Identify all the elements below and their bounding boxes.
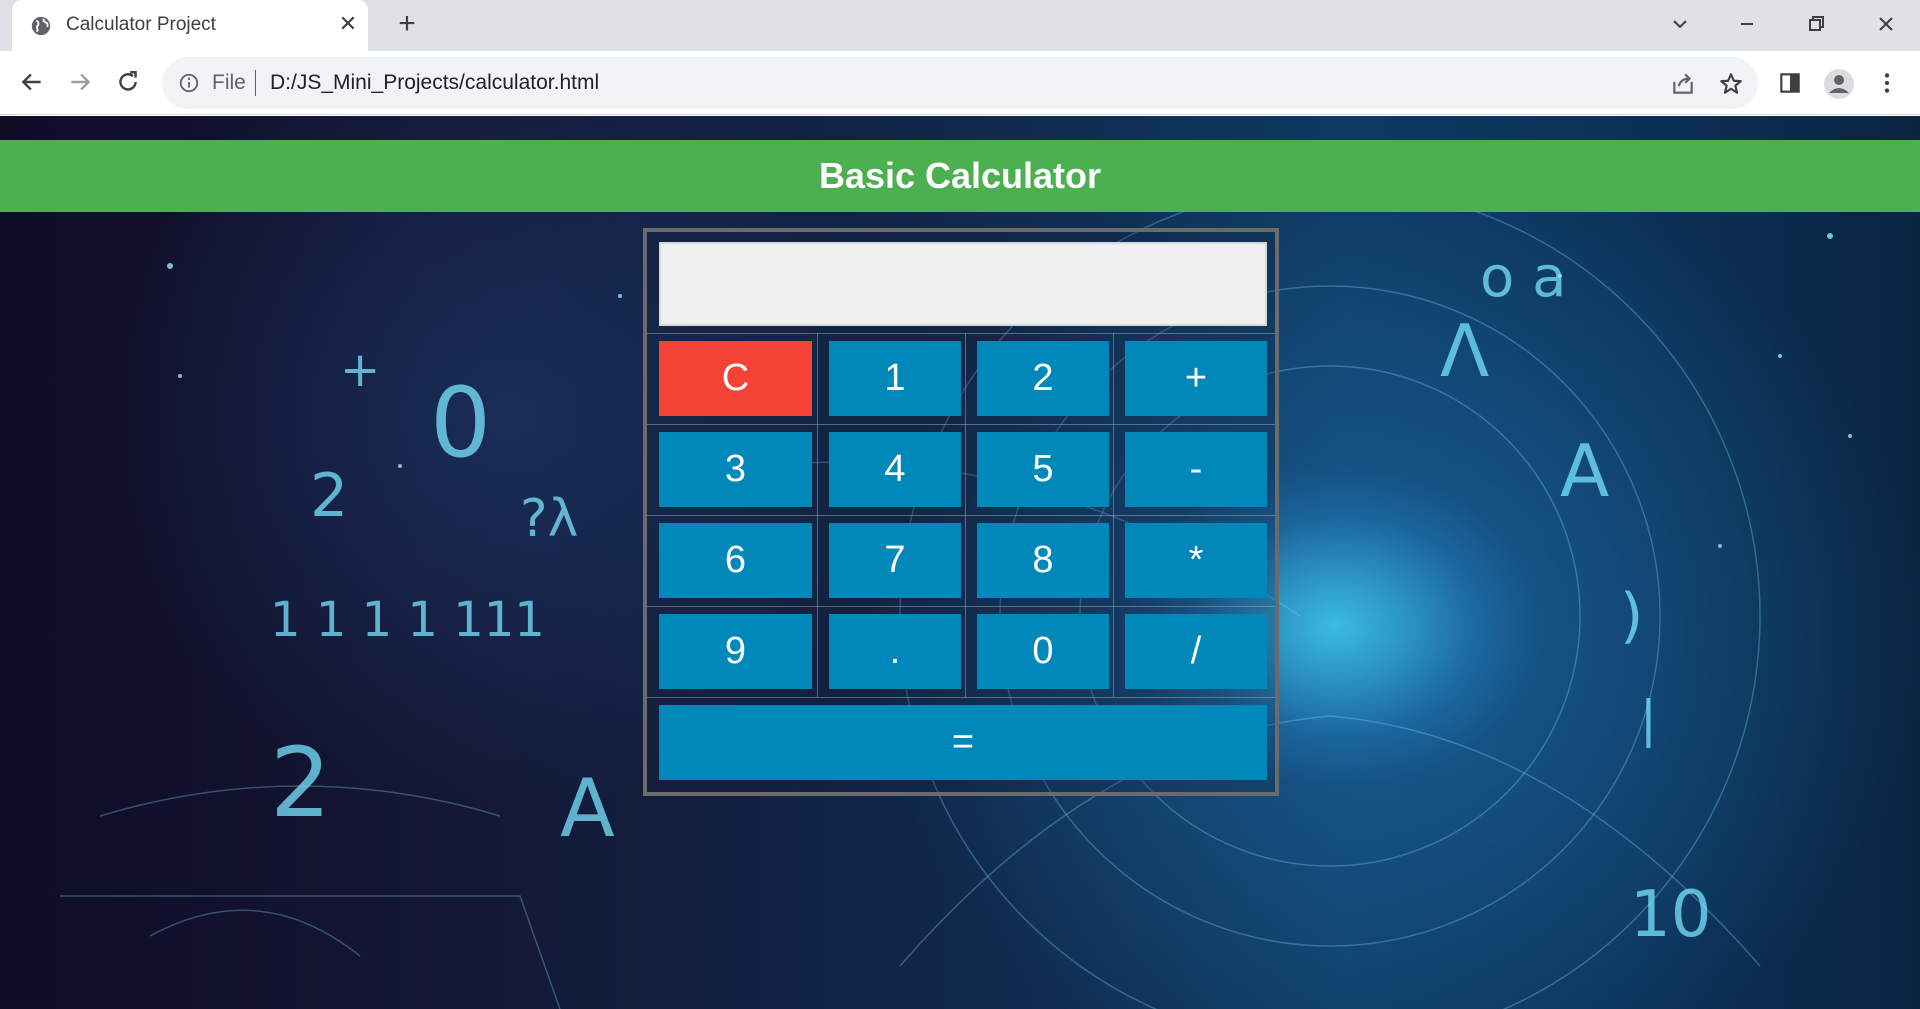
svg-text:+: + <box>340 342 380 398</box>
browser-toolbar: File D:/JS_Mini_Projects/calculator.html <box>0 51 1920 115</box>
page-header: Basic Calculator <box>0 140 1920 212</box>
svg-text:|: | <box>1640 690 1657 748</box>
reload-button[interactable] <box>110 64 146 100</box>
digit-5-button[interactable]: 5 <box>977 432 1109 507</box>
svg-text:): ) <box>1620 581 1643 651</box>
decimal-point-button[interactable]: . <box>829 614 961 689</box>
bookmark-star-icon[interactable] <box>1718 71 1744 97</box>
clear-button[interactable]: C <box>659 341 812 416</box>
address-separator <box>255 70 256 96</box>
svg-text:o a: o a <box>1480 245 1566 310</box>
restore-icon[interactable] <box>1796 8 1836 40</box>
multiply-button[interactable]: * <box>1125 523 1267 598</box>
menu-dots-icon[interactable] <box>1874 70 1900 96</box>
info-icon[interactable] <box>178 72 200 94</box>
browser-tab[interactable]: Calculator Project ✕ <box>12 0 368 51</box>
plus-button[interactable]: + <box>1125 341 1267 416</box>
browser-tab-strip: Calculator Project ✕ + <box>0 0 1920 51</box>
digit-4-button[interactable]: 4 <box>829 432 961 507</box>
profile-avatar-icon[interactable] <box>1823 68 1855 100</box>
grid-line <box>647 515 1275 516</box>
close-tab-icon[interactable]: ✕ <box>336 12 360 36</box>
svg-text:0: 0 <box>430 367 491 479</box>
forward-button[interactable] <box>62 64 98 100</box>
grid-line <box>817 333 818 697</box>
digit-9-button[interactable]: 9 <box>659 614 812 689</box>
digit-3-button[interactable]: 3 <box>659 432 812 507</box>
digit-2-button[interactable]: 2 <box>977 341 1109 416</box>
new-tab-button[interactable]: + <box>392 9 422 40</box>
address-bar[interactable]: File D:/JS_Mini_Projects/calculator.html <box>162 57 1758 109</box>
side-panel-icon[interactable] <box>1777 70 1803 96</box>
grid-line <box>647 333 1275 334</box>
svg-text:1 1 1 1 111: 1 1 1 1 111 <box>270 592 545 648</box>
svg-text:Λ: Λ <box>1440 309 1489 393</box>
grid-line <box>647 424 1275 425</box>
tab-title: Calculator Project <box>66 14 216 35</box>
back-button[interactable] <box>14 64 50 100</box>
tab-search-icon[interactable] <box>1660 8 1700 40</box>
digit-7-button[interactable]: 7 <box>829 523 961 598</box>
svg-text:A: A <box>560 762 615 855</box>
divide-button[interactable]: / <box>1125 614 1267 689</box>
address-scheme: File <box>212 71 246 94</box>
digit-6-button[interactable]: 6 <box>659 523 812 598</box>
svg-text:2: 2 <box>270 727 331 839</box>
svg-text:?λ: ?λ <box>520 489 578 549</box>
svg-text:10: 10 <box>1630 878 1711 952</box>
digit-8-button[interactable]: 8 <box>977 523 1109 598</box>
calculator: C 1 2 + 3 4 5 - 6 7 8 * 9 . 0 / = <box>643 228 1279 796</box>
minus-button[interactable]: - <box>1125 432 1267 507</box>
minimize-icon[interactable] <box>1727 8 1767 40</box>
page-viewport: 0 + 2 ?λ 1 1 1 1 111 2 A Λ o a A ) 10 | … <box>0 116 1920 1009</box>
grid-line <box>647 606 1275 607</box>
digit-1-button[interactable]: 1 <box>829 341 961 416</box>
calculator-grid: C 1 2 + 3 4 5 - 6 7 8 * 9 . 0 / = <box>647 232 1275 792</box>
page-title: Basic Calculator <box>818 155 1102 196</box>
globe-icon <box>31 16 51 36</box>
close-window-icon[interactable] <box>1866 8 1906 40</box>
svg-text:2: 2 <box>310 461 348 531</box>
share-icon[interactable] <box>1670 71 1696 97</box>
digit-0-button[interactable]: 0 <box>977 614 1109 689</box>
equals-button[interactable]: = <box>659 705 1267 780</box>
address-url[interactable]: D:/JS_Mini_Projects/calculator.html <box>270 71 599 95</box>
svg-text:A: A <box>1560 429 1609 513</box>
calculator-display[interactable] <box>659 242 1267 326</box>
grid-line <box>647 697 1275 698</box>
grid-line <box>1113 333 1114 697</box>
grid-line <box>965 333 966 697</box>
